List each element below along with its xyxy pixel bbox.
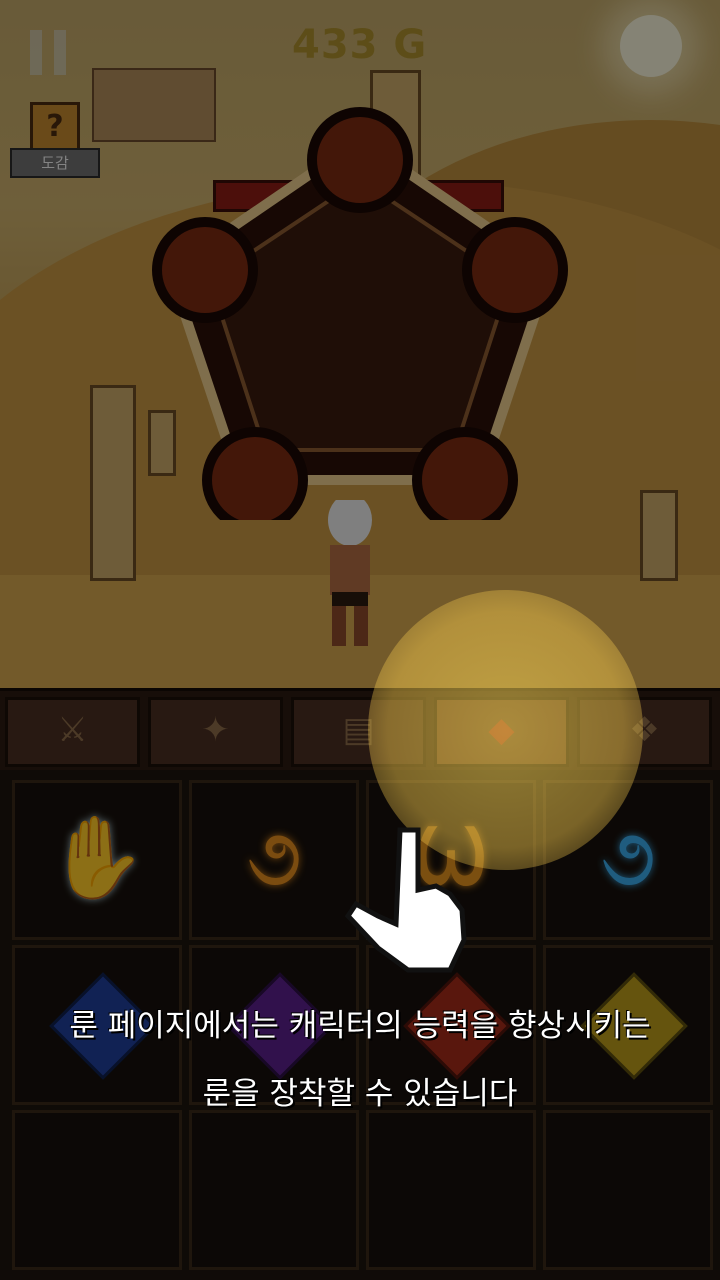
pointing-hand-icon <box>344 827 467 973</box>
tutorial-text-line2: 룬을 장착할 수 있습니다 <box>202 1076 518 1112</box>
tutorial-text-line1: 룬 페이지에서는 캐릭터의 능력을 향상시키는 <box>69 1008 651 1044</box>
